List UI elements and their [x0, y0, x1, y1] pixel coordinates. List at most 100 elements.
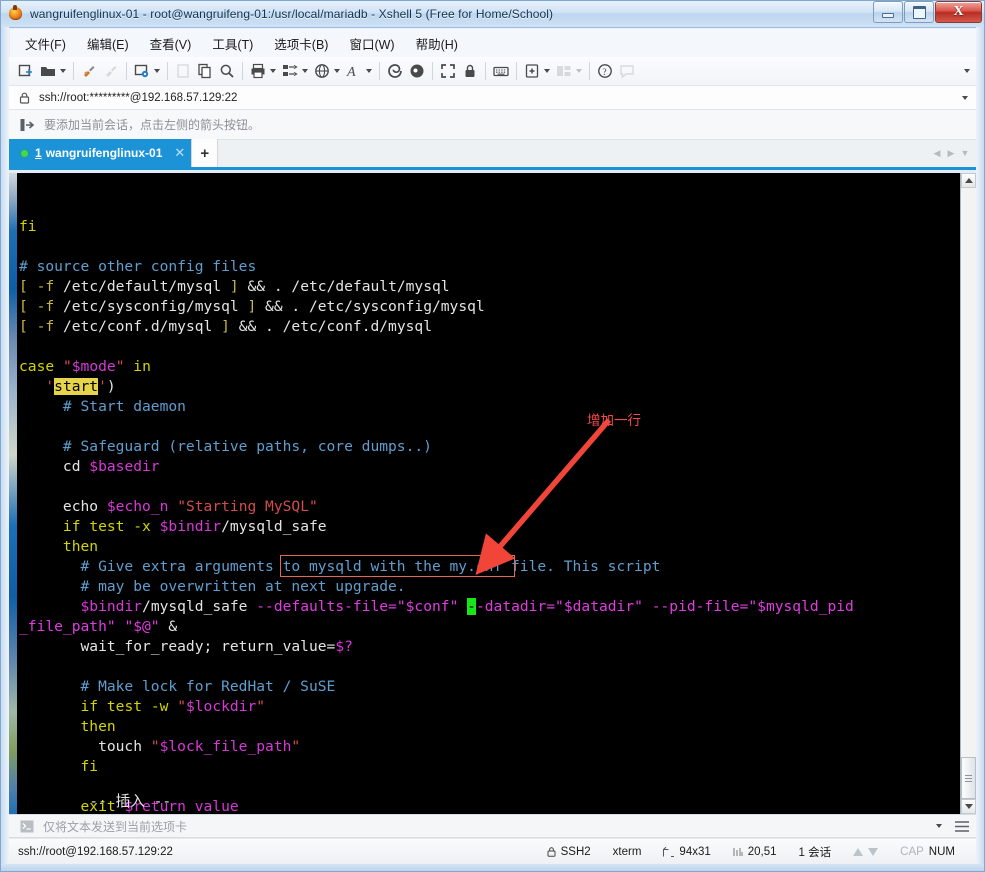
- chevron-down-icon[interactable]: [270, 69, 276, 73]
- terminal-line: case "$mode" in: [19, 358, 151, 375]
- terminal-screen[interactable]: fi # source other config files [ -f /etc/…: [17, 173, 960, 814]
- maximize-button[interactable]: [904, 1, 934, 23]
- status-transfer-cell: [842, 847, 889, 856]
- font-icon[interactable]: A: [343, 60, 365, 82]
- toolbar: A ?: [9, 57, 976, 86]
- terminal-line: then: [19, 718, 116, 735]
- tab-label: wangruifenglinux-01: [45, 146, 163, 160]
- chevron-down-icon[interactable]: [962, 95, 968, 100]
- chevron-down-icon[interactable]: [154, 69, 160, 73]
- toolbar-separator: [126, 62, 127, 80]
- menu-bar: 文件(F) 编辑(E) 查看(V) 工具(T) 选项卡(B) 窗口(W) 帮助(…: [9, 29, 976, 57]
- chevron-down-icon[interactable]: [302, 69, 308, 73]
- minimize-button[interactable]: [873, 1, 903, 23]
- toolbar-overflow-icon[interactable]: [964, 69, 970, 73]
- connect-icon[interactable]: [78, 60, 100, 82]
- new-tab-button[interactable]: +: [191, 139, 219, 167]
- file-transfer-icon[interactable]: [279, 60, 301, 82]
- toolbar-separator: [516, 62, 517, 80]
- tab-list-chevron-down-icon[interactable]: ▼: [958, 143, 972, 163]
- vim-mode: -- 插入 --: [89, 793, 172, 810]
- toolbar-separator: [485, 62, 486, 80]
- terminal-line: fi: [19, 218, 37, 235]
- connected-dot-icon: [21, 149, 28, 157]
- toolbar-separator: [242, 62, 243, 80]
- open-folder-icon[interactable]: [37, 60, 59, 82]
- menu-file[interactable]: 文件(F): [24, 32, 67, 55]
- find-icon[interactable]: [216, 60, 238, 82]
- menu-tools[interactable]: 工具(T): [211, 32, 254, 55]
- scroll-up-icon[interactable]: [961, 173, 976, 188]
- new-session-icon[interactable]: [15, 60, 37, 82]
- chevron-right-icon[interactable]: ▶: [944, 143, 958, 163]
- terminal-scrollbar[interactable]: [960, 173, 976, 814]
- copy-icon[interactable]: [194, 60, 216, 82]
- fullscreen-icon[interactable]: [437, 60, 459, 82]
- keyboard-icon[interactable]: [490, 60, 512, 82]
- add-session-icon[interactable]: [20, 118, 35, 132]
- status-right-group: SSH2 xterm 94x31 20,51 1 会话 CAP NUM: [536, 844, 976, 860]
- chevron-down-icon[interactable]: [334, 69, 340, 73]
- terminal-line: # Make lock for RedHat / SuSE: [19, 678, 336, 695]
- address-bar[interactable]: ssh://root:*********@192.168.57.129:22: [9, 86, 976, 110]
- help-icon[interactable]: ?: [594, 60, 616, 82]
- status-term-type-cell: xterm: [602, 846, 653, 858]
- terminal-line: # may be overwritten at next upgrade.: [19, 578, 406, 595]
- terminal-line: [ -f /etc/sysconfig/mysql ] && . /etc/sy…: [19, 298, 485, 315]
- lock-icon: [19, 92, 30, 104]
- hamburger-icon[interactable]: [955, 820, 969, 832]
- status-term-type: xterm: [612, 845, 642, 858]
- status-bar: ssh://root@192.168.57.129:22 SSH2 xterm …: [9, 838, 976, 864]
- toolbar-separator: [432, 62, 433, 80]
- window-bottom-border: [0, 864, 985, 872]
- menu-tabs[interactable]: 选项卡(B): [273, 32, 329, 55]
- terminal-line: then: [19, 538, 99, 555]
- window-right-border: [976, 27, 985, 872]
- chevron-down-icon[interactable]: [544, 69, 550, 73]
- arrow-up-icon: [853, 847, 864, 856]
- hint-text: 要添加当前会话，点击左侧的箭头按钮。: [44, 118, 261, 132]
- close-icon: X: [953, 4, 964, 19]
- tab-close-icon[interactable]: ✕: [174, 145, 185, 161]
- scrollbar-track[interactable]: [961, 188, 976, 799]
- status-protocol: SSH2: [560, 845, 591, 858]
- scroll-down-icon[interactable]: [961, 799, 976, 814]
- resize-icon: [663, 846, 675, 857]
- chevron-down-icon[interactable]: [60, 69, 66, 73]
- terminal-line: [ -f /etc/conf.d/mysql ] && . /etc/conf.…: [19, 318, 432, 335]
- xagent-icon[interactable]: [406, 60, 428, 82]
- chevron-down-icon[interactable]: [366, 69, 372, 73]
- scrollbar-thumb[interactable]: [961, 757, 976, 799]
- menu-help[interactable]: 帮助(H): [415, 32, 459, 55]
- menu-edit[interactable]: 编辑(E): [86, 32, 130, 55]
- chevron-left-icon[interactable]: ◀: [930, 143, 944, 163]
- menu-window[interactable]: 窗口(W): [348, 32, 395, 55]
- terminal-line: cd $basedir: [19, 458, 160, 475]
- new-tab-layout-icon[interactable]: [521, 60, 543, 82]
- xshell-window: wangruifenglinux-01 - root@wangruifeng-0…: [0, 0, 985, 872]
- address-input[interactable]: ssh://root:*********@192.168.57.129:22: [39, 92, 237, 104]
- status-protocol-cell: SSH2: [536, 846, 602, 858]
- close-button[interactable]: X: [935, 1, 982, 23]
- hint-bar: 要添加当前会话，点击左侧的箭头按钮。: [9, 110, 976, 140]
- terminal-line: [ -f /etc/default/mysql ] && . /etc/defa…: [19, 278, 450, 295]
- comment-icon: [616, 60, 638, 82]
- xftp-icon[interactable]: [384, 60, 406, 82]
- globe-icon[interactable]: [311, 60, 333, 82]
- terminal-line: wait_for_ready; return_value=$?: [19, 638, 353, 655]
- terminal-line: echo $echo_n "Starting MySQL": [19, 498, 318, 515]
- window-title: wangruifenglinux-01 - root@wangruifeng-0…: [30, 6, 554, 21]
- vim-status-line: -- 插入 -- 300,51 66%: [19, 772, 960, 814]
- session-properties-icon[interactable]: [131, 60, 153, 82]
- terminal-line: # source other config files: [19, 258, 257, 275]
- chevron-down-icon[interactable]: [936, 824, 942, 828]
- lock-icon[interactable]: [459, 60, 481, 82]
- terminal-line: if test -w "$lockdir": [19, 698, 266, 715]
- svg-text:?: ?: [602, 68, 606, 78]
- tab-wangruifenglinux-01[interactable]: 1 wangruifenglinux-01 ✕: [9, 139, 192, 167]
- status-sessions: 1 会话: [798, 846, 832, 859]
- print-icon[interactable]: [247, 60, 269, 82]
- menu-view[interactable]: 查看(V): [149, 32, 193, 55]
